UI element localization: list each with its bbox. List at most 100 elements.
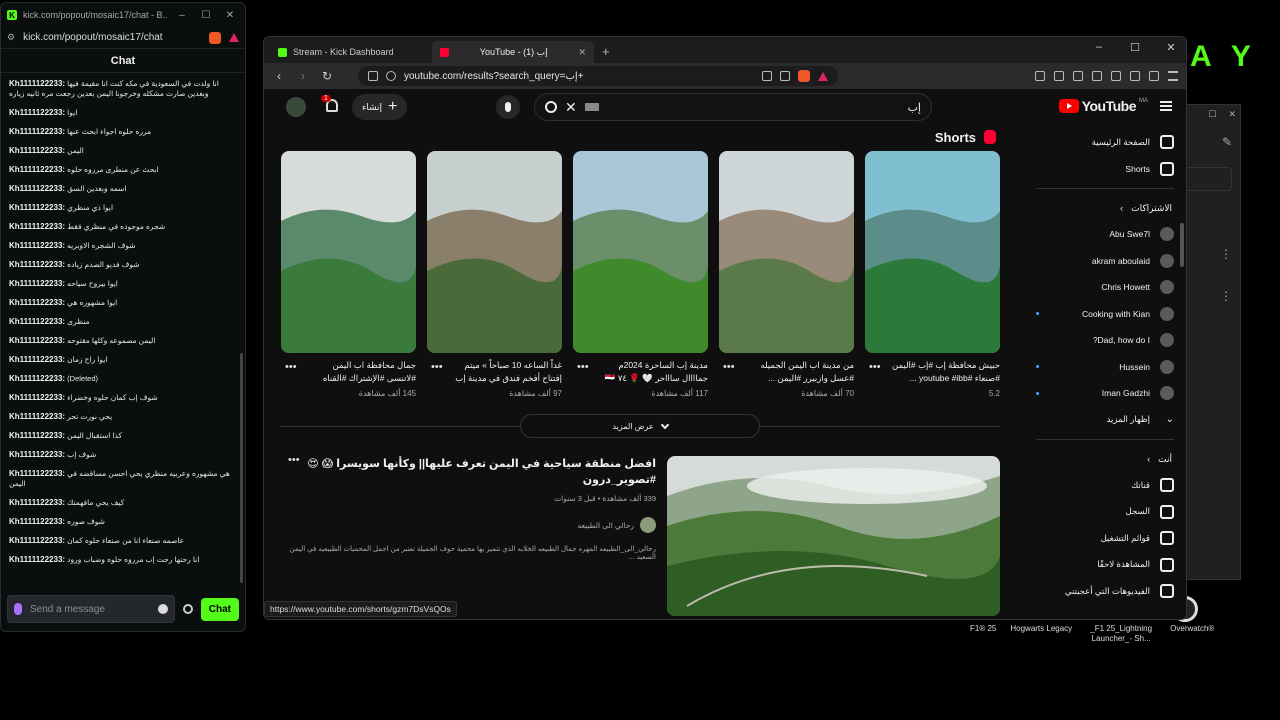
chat-username[interactable]: Kh1111122233: <box>9 412 65 421</box>
sidebar-item[interactable]: Shorts <box>1024 156 1186 183</box>
sidebar-item-subscription[interactable]: Dad, how do I? <box>1024 327 1186 354</box>
chat-input-placeholder[interactable]: Send a message <box>30 604 150 615</box>
short-title[interactable]: مدينة إب الساحرة 2024م جماااال ساااحر 🤍 … <box>573 359 708 385</box>
chat-username[interactable]: Kh1111122233: <box>9 393 65 402</box>
close-icon[interactable]: ✕ <box>1156 41 1186 54</box>
chat-username[interactable]: Kh1111122233: <box>9 355 65 364</box>
search-input[interactable]: إب <box>607 101 921 114</box>
sidebar-item-subscription[interactable]: Iman Gadzhi <box>1024 380 1186 407</box>
vpn-icon[interactable] <box>1149 71 1159 81</box>
chat-username[interactable]: Kh1111122233: <box>9 469 65 478</box>
subscriptions-header[interactable]: الاشتراكات › <box>1024 195 1186 221</box>
leo-ai-icon[interactable] <box>1130 71 1140 81</box>
chat-username[interactable]: Kh1111122233: <box>9 450 65 459</box>
short-card[interactable]: حبيش محافظة إب #إب #اليمن #صنعاء #youtub… <box>865 151 1000 398</box>
new-tab-button[interactable]: + <box>594 44 618 63</box>
sidebar-item-subscription[interactable]: Chris Howett <box>1024 274 1186 301</box>
chat-username[interactable]: Kh1111122233: <box>9 108 65 117</box>
close-icon[interactable]: ✕ <box>1228 109 1236 120</box>
sidebar-item-subscription[interactable]: Hussein <box>1024 354 1186 381</box>
chat-url[interactable]: kick.com/popout/mosaic17/chat <box>23 32 201 43</box>
sidebar-item[interactable]: السجل <box>1024 499 1186 526</box>
sidebar-scrollbar[interactable] <box>1180 223 1184 267</box>
sidebar-item[interactable]: الفيديوهات التي أعجبتني <box>1024 578 1186 605</box>
share-icon[interactable] <box>780 71 790 81</box>
short-title[interactable]: من مدينة اب اليمن الجميله #عسل وازبيرر #… <box>719 359 854 385</box>
forward-icon[interactable]: › <box>296 69 310 83</box>
desktop-icon[interactable]: _F1 25_Lightning Launcher_- Sh... <box>1086 624 1156 644</box>
background-input[interactable] <box>1186 167 1232 191</box>
video-menu-icon[interactable]: ••• <box>288 454 300 466</box>
address-url[interactable]: youtube.com/results?search_query=إب+ <box>404 71 754 82</box>
back-icon[interactable]: ‹ <box>272 69 286 83</box>
short-title[interactable]: جمال محافظة اب اليمن #لاتنسى #الإشتراك #… <box>281 359 416 385</box>
tab-youtube[interactable]: YouTube - (1) إب ✕ <box>432 41 594 63</box>
video-thumbnail[interactable] <box>667 456 1000 616</box>
short-menu-icon[interactable]: ••• <box>431 361 443 373</box>
chat-username[interactable]: Kh1111122233: <box>9 79 65 88</box>
video-result[interactable]: افضل منطقة سياحية في اليمن تعرف عليها|| … <box>280 454 1000 616</box>
chat-username[interactable]: Kh1111122233: <box>9 146 65 155</box>
chat-scrollbar[interactable] <box>240 353 243 583</box>
site-info-icon[interactable]: ⚙ <box>7 32 15 43</box>
menu-icon[interactable] <box>1168 71 1178 81</box>
chat-username[interactable]: Kh1111122233: <box>9 184 65 193</box>
chat-username[interactable]: Kh1111122233: <box>9 203 65 212</box>
chat-username[interactable]: Kh1111122233: <box>9 127 65 136</box>
chat-username[interactable]: Kh1111122233: <box>9 165 65 174</box>
short-card[interactable]: جمال محافظة اب اليمن #لاتنسى #الإشتراك #… <box>281 151 416 398</box>
sidebar-item[interactable]: قناتك <box>1024 472 1186 499</box>
maximize-icon[interactable]: ☐ <box>197 10 215 21</box>
maximize-icon[interactable]: ☐ <box>1208 109 1216 120</box>
brave-rewards-icon[interactable] <box>229 33 239 42</box>
chat-input[interactable]: Send a message <box>7 595 175 623</box>
channel-name[interactable]: رحالي الى الطبيعه <box>577 521 634 530</box>
keyboard-icon[interactable] <box>584 103 599 111</box>
brave-shields-icon[interactable] <box>209 31 221 44</box>
wallet-icon[interactable] <box>1111 71 1121 81</box>
short-title[interactable]: حبيش محافظة إب #إب #اليمن #صنعاء #youtub… <box>865 359 1000 385</box>
sidebar-item-subscription[interactable]: akram aboulaid <box>1024 248 1186 275</box>
short-card[interactable]: من مدينة اب اليمن الجميله #عسل وازبيرر #… <box>719 151 854 398</box>
chat-username[interactable]: Kh1111122233: <box>9 374 65 383</box>
site-info-icon[interactable] <box>386 71 396 81</box>
short-thumbnail[interactable] <box>281 151 416 353</box>
short-card[interactable]: مدينة إب الساحرة 2024م جماااال ساااحر 🤍 … <box>573 151 708 398</box>
voice-search-button[interactable] <box>496 95 520 119</box>
close-icon[interactable]: ✕ <box>221 10 239 21</box>
open-external-icon[interactable] <box>762 71 772 81</box>
chat-username[interactable]: Kh1111122233: <box>9 498 65 507</box>
short-thumbnail[interactable] <box>573 151 708 353</box>
sidebar-item[interactable]: قوائم التشغيل <box>1024 525 1186 552</box>
channel-avatar[interactable] <box>640 517 656 533</box>
extensions-icon[interactable] <box>1035 71 1045 81</box>
chat-username[interactable]: Kh1111122233: <box>9 222 65 231</box>
chat-username[interactable]: Kh1111122233: <box>9 517 65 526</box>
you-header[interactable]: أنت › <box>1024 446 1186 472</box>
sidebar-icon[interactable] <box>1092 71 1102 81</box>
brave-shields-icon[interactable] <box>798 70 810 82</box>
tab-kick-dashboard[interactable]: Stream - Kick Dashboard <box>270 41 432 63</box>
address-bar[interactable]: youtube.com/results?search_query=إب+ <box>358 66 838 86</box>
show-more-button[interactable]: عرض المزيد <box>520 414 760 438</box>
video-channel[interactable]: رحالي الى الطبيعه <box>280 517 656 533</box>
search-bar[interactable]: ✕ إب <box>534 93 932 121</box>
short-menu-icon[interactable]: ••• <box>869 361 881 373</box>
show-more-subscriptions[interactable]: ⌄ إظهار المزيد <box>1024 407 1186 434</box>
short-thumbnail[interactable] <box>719 151 854 353</box>
emoji-icon[interactable] <box>157 604 168 614</box>
minimize-icon[interactable]: – <box>173 10 191 21</box>
clear-search-icon[interactable]: ✕ <box>565 99 577 116</box>
guide-menu-icon[interactable] <box>1160 101 1172 111</box>
chat-username[interactable]: Kh1111122233: <box>9 536 65 545</box>
account-avatar[interactable] <box>286 97 306 117</box>
short-menu-icon[interactable]: ••• <box>723 361 735 373</box>
short-card[interactable]: غداً الساعه 10 صباحاً » ميتم إفتتاح أفخم… <box>427 151 562 398</box>
chat-settings-icon[interactable] <box>182 604 193 614</box>
desktop-icon[interactable]: Overwatch® <box>1170 624 1214 644</box>
media-icon[interactable] <box>1073 71 1083 81</box>
short-thumbnail[interactable] <box>865 151 1000 353</box>
video-title[interactable]: افضل منطقة سياحية في اليمن تعرف عليها|| … <box>280 456 656 488</box>
chat-username[interactable]: Kh1111122233: <box>9 298 65 307</box>
sidebar-item[interactable]: الصفحة الرئيسية <box>1024 129 1186 156</box>
